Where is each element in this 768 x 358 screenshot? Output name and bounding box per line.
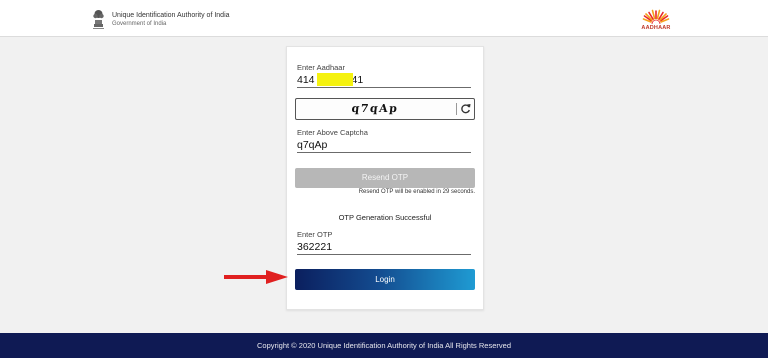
otp-status-message: OTP Generation Successful: [338, 213, 432, 222]
copyright-text: Copyright © 2020 Unique Identification A…: [256, 341, 511, 350]
aadhaar-value-prefix: 414: [297, 74, 315, 86]
redaction-highlight: [317, 73, 353, 86]
aadhaar-label: Enter Aadhaar: [297, 63, 345, 72]
aadhaar-input[interactable]: 414 41: [297, 73, 471, 87]
refresh-icon[interactable]: [460, 102, 471, 115]
org-title: Unique Identification Authority of India…: [112, 11, 230, 28]
captcha-field[interactable]: Enter Above Captcha q7qAp: [297, 128, 471, 153]
sunburst-icon: [642, 9, 670, 29]
resend-otp-button[interactable]: Resend OTP: [295, 168, 475, 188]
org-name: Unique Identification Authority of India: [112, 12, 230, 19]
aadhaar-logo: AADHAAR: [636, 5, 676, 33]
national-emblem-icon: [93, 10, 104, 29]
captcha-label: Enter Above Captcha: [297, 128, 368, 137]
logo-text: AADHAAR: [641, 25, 671, 31]
header-bar: Unique Identification Authority of India…: [0, 0, 768, 37]
captcha-box: q7qAp: [295, 98, 475, 120]
captcha-image-text: q7qAp: [350, 102, 400, 115]
login-button[interactable]: Login: [295, 269, 475, 290]
org-subtitle: Government of India: [112, 21, 167, 27]
aadhaar-field[interactable]: Enter Aadhaar 414 41: [297, 63, 471, 88]
captcha-divider: [456, 103, 457, 115]
otp-label: Enter OTP: [297, 230, 333, 239]
footer-bar: Copyright © 2020 Unique Identification A…: [0, 333, 768, 358]
aadhaar-value-suffix: 41: [351, 74, 364, 86]
login-card: Enter Aadhaar 414 41 q7qAp Enter Above Ca…: [286, 46, 484, 310]
otp-field[interactable]: Enter OTP 362221: [297, 230, 471, 255]
otp-input[interactable]: 362221: [297, 240, 471, 254]
resend-timer-note: Resend OTP will be enabled in 29 seconds…: [358, 189, 475, 195]
red-arrow-icon: [224, 270, 288, 284]
captcha-input[interactable]: q7qAp: [297, 138, 471, 152]
